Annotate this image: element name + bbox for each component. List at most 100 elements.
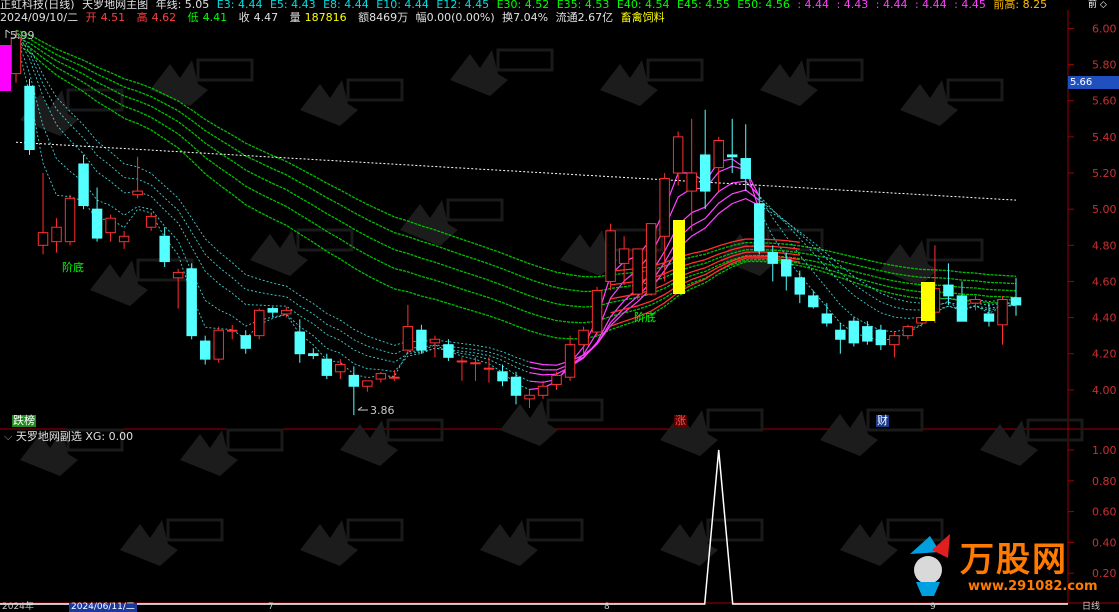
candle-body[interactable] — [632, 248, 643, 295]
candle-body[interactable] — [726, 154, 738, 158]
candle-body[interactable] — [267, 308, 278, 313]
candle-body[interactable] — [199, 340, 211, 360]
quote-bar: 2024/09/10/二 开 4.51 高 4.62 低 4.41 收 4.47 量 18… — [0, 10, 1070, 25]
candle-body[interactable] — [889, 335, 900, 346]
watermark-box — [386, 418, 444, 442]
candle-body[interactable] — [456, 360, 468, 363]
sub-indicator-name[interactable]: 天罗地网副选 — [16, 430, 82, 443]
candle-body[interactable] — [402, 326, 414, 351]
sector-value[interactable]: 畜禽饲料 — [621, 11, 665, 24]
candle-body[interactable] — [375, 373, 387, 380]
candle-body[interactable] — [321, 358, 333, 376]
candle-body[interactable] — [848, 320, 860, 344]
candle-body[interactable] — [956, 295, 968, 322]
period-label[interactable]: 日线 — [1082, 603, 1100, 612]
candle-body[interactable] — [470, 362, 481, 365]
candle-body[interactable] — [537, 385, 549, 396]
candle-body[interactable] — [429, 338, 441, 344]
candle-body[interactable] — [105, 217, 116, 234]
candle-body[interactable] — [808, 295, 819, 308]
indicator-name[interactable]: 天罗地网主图 — [82, 0, 148, 10]
watermark-box — [526, 518, 584, 542]
candle-body[interactable] — [24, 85, 35, 151]
candle-body[interactable] — [713, 139, 724, 169]
candle-body[interactable] — [294, 331, 306, 355]
candle-body[interactable] — [64, 197, 76, 243]
candle-body[interactable] — [835, 329, 846, 340]
chevron-icon[interactable]: ⌵ — [4, 430, 12, 443]
top-list-tag[interactable]: 跌榜 — [12, 415, 36, 427]
candle-body[interactable] — [132, 190, 143, 196]
candle-body[interactable] — [510, 376, 522, 396]
candle-body[interactable] — [37, 232, 49, 246]
stock-name[interactable]: 正虹科技(日线) — [0, 0, 75, 10]
watermark-box — [1026, 418, 1084, 442]
candle-body[interactable] — [335, 364, 346, 373]
sub-axis-tick-label: 1.00 — [1092, 444, 1117, 457]
candle-body[interactable] — [254, 309, 265, 337]
candle-body[interactable] — [699, 154, 711, 192]
candle-body[interactable] — [524, 394, 535, 400]
candle-body[interactable] — [213, 329, 224, 360]
candle-body[interactable] — [10, 36, 22, 75]
candle-body[interactable] — [821, 313, 833, 324]
candle-body[interactable] — [591, 289, 603, 333]
candle-body[interactable] — [78, 163, 89, 207]
candle-body[interactable] — [645, 223, 657, 295]
candle-body[interactable] — [118, 235, 130, 243]
volume-value: 187816 — [304, 11, 347, 24]
candle-body[interactable] — [159, 235, 170, 263]
high-marker-label: 5.99 — [10, 29, 35, 42]
candle-body[interactable] — [1010, 297, 1022, 306]
finance-tag[interactable]: 财 — [876, 415, 889, 427]
candle-body[interactable] — [618, 248, 630, 264]
limit-up-tag[interactable]: 涨 — [674, 415, 687, 427]
candle-body[interactable] — [281, 309, 292, 315]
candle-body[interactable] — [226, 329, 238, 332]
candle-body[interactable] — [348, 374, 360, 387]
candle-body[interactable] — [308, 353, 319, 357]
candle-body[interactable] — [686, 172, 697, 192]
candle-body[interactable] — [902, 326, 914, 337]
ema-item: E5: 4.43 — [269, 0, 316, 10]
candle-body[interactable] — [416, 329, 427, 351]
candle-body[interactable] — [497, 371, 508, 382]
candle-body[interactable] — [362, 380, 373, 387]
watermark-box — [196, 58, 254, 82]
candle-body[interactable] — [754, 203, 765, 252]
main-chart-canvas[interactable]: 6.00 5.80 5.60 5.40 5.20 5.00 4.80 4.60 4.40 4.20… — [0, 0, 1119, 612]
candle-body[interactable] — [943, 284, 954, 297]
candle-body[interactable] — [767, 252, 778, 264]
candle-body[interactable] — [551, 374, 562, 385]
candle-body[interactable] — [794, 277, 806, 295]
candle-body[interactable] — [389, 376, 400, 379]
header-icons[interactable]: 前 ◇ — [1088, 0, 1118, 10]
ema-item: E8: 4.44 — [323, 0, 369, 10]
candle-body[interactable] — [875, 329, 887, 346]
candle-body[interactable] — [186, 268, 197, 337]
candle-body[interactable] — [564, 344, 576, 378]
candle-body[interactable] — [172, 271, 184, 279]
candle-body[interactable] — [970, 299, 981, 304]
candle-body[interactable] — [659, 177, 670, 237]
candle-body[interactable] — [91, 208, 103, 239]
candle-body[interactable] — [781, 259, 792, 277]
candle-body[interactable] — [578, 329, 589, 346]
candle-body[interactable] — [997, 299, 1008, 326]
candle-body[interactable] — [483, 367, 495, 370]
volume-label: 量 — [289, 11, 301, 24]
prev-icon[interactable]: 前 — [1088, 0, 1097, 10]
diamond-icon[interactable]: ◇ — [1100, 0, 1107, 10]
candle-body[interactable] — [605, 230, 616, 282]
candle-body[interactable] — [862, 326, 873, 342]
candle-body[interactable] — [145, 215, 157, 228]
candle-body[interactable] — [983, 313, 995, 322]
candle-body[interactable] — [740, 158, 751, 179]
candle-body[interactable] — [240, 335, 251, 349]
candle-body[interactable] — [672, 136, 684, 174]
candle-body[interactable] — [51, 226, 62, 243]
high-value: 4.62 — [151, 11, 177, 24]
prev-high: 前高: 8.25 — [993, 0, 1048, 10]
candle-body[interactable] — [443, 344, 454, 358]
month-label: 7 — [268, 602, 274, 612]
